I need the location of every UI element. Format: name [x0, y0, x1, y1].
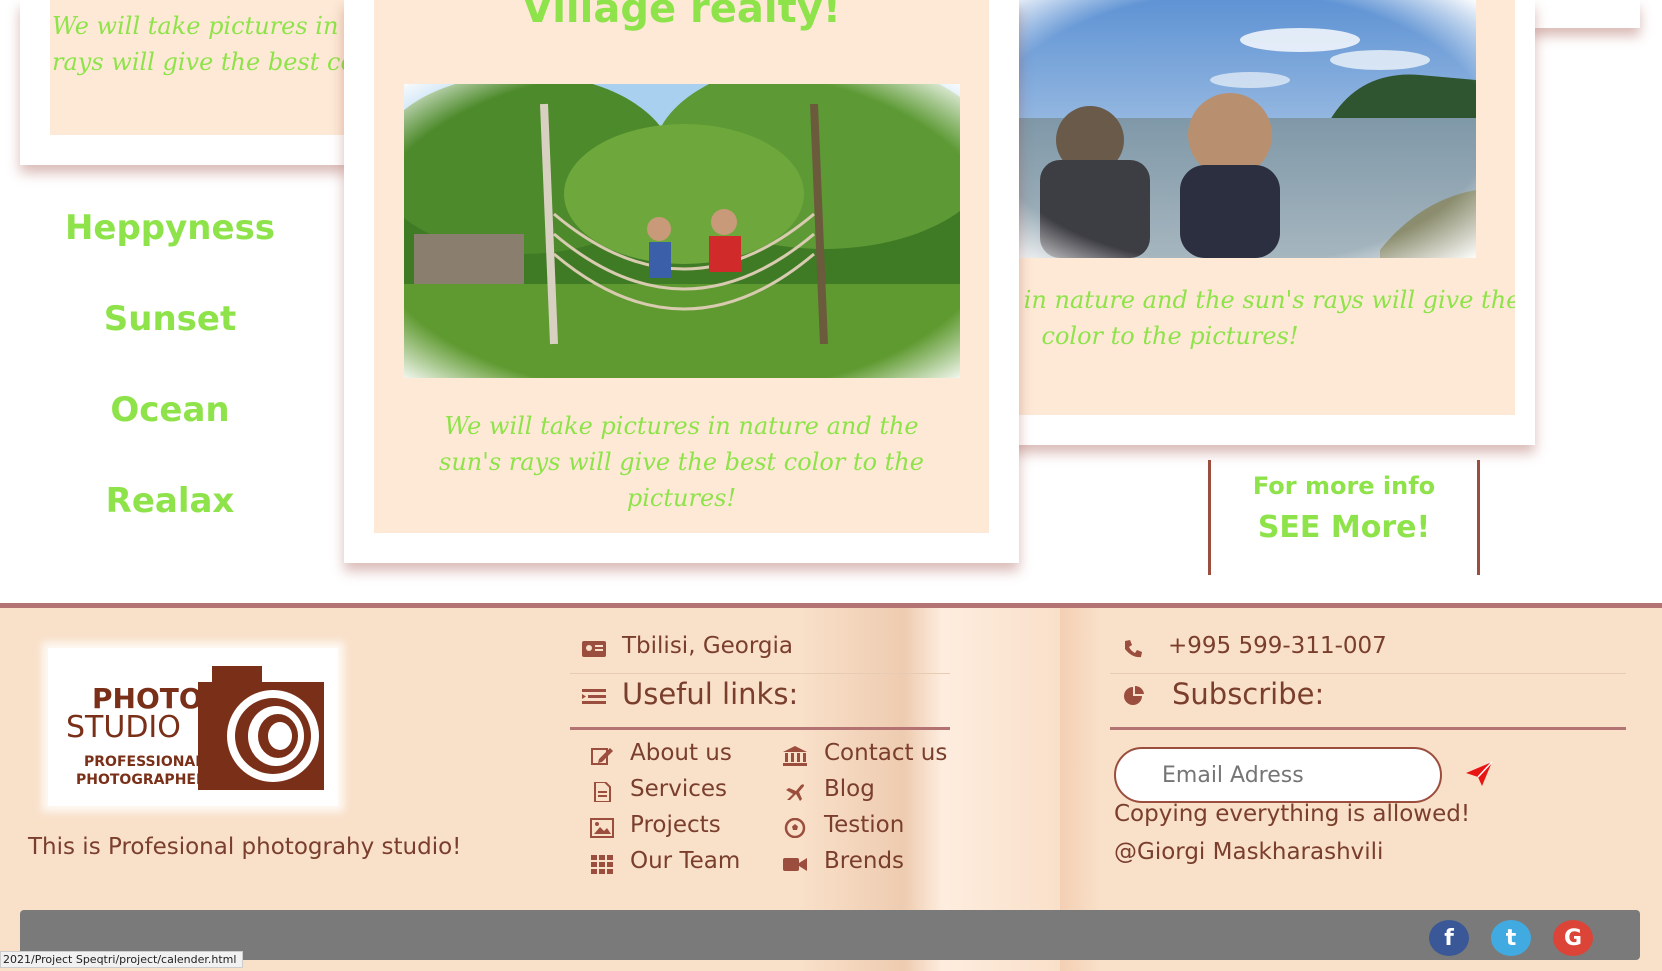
video-camera-icon [783, 858, 807, 871]
facebook-icon[interactable]: f [1429, 920, 1469, 956]
twitter-letter: t [1505, 925, 1517, 951]
bank-icon [783, 746, 807, 766]
right-sliver-card [1530, 0, 1640, 28]
left-card-text: We will take pictures in nature and the … [52, 12, 350, 76]
center-card-text: We will take pictures in nature and the … [439, 412, 924, 512]
footer-link-testion[interactable]: Testion [824, 812, 904, 838]
more-info-label: For more info [1252, 472, 1436, 500]
plane-icon [786, 784, 804, 801]
sidebar-item-heppyness[interactable]: Heppyness [0, 208, 340, 248]
logo-line-professional: PROFESSIONAL [84, 754, 205, 770]
twitter-icon[interactable]: t [1491, 920, 1531, 956]
id-card-icon [582, 641, 606, 657]
copy-notice: Copying everything is allowed! [1114, 801, 1471, 827]
center-card-title: Village realty! [521, 0, 842, 32]
center-card: Village realty! We will take pictures in… [344, 0, 1019, 563]
soccer-ball-icon [784, 818, 806, 838]
google-letter: G [1563, 925, 1583, 951]
sidebar-item-sunset[interactable]: Sunset [0, 299, 340, 339]
footer-phone: +995 599-311-007 [1168, 633, 1387, 659]
footer-link-our-team[interactable]: Our Team [630, 848, 740, 874]
footer-link-services[interactable]: Services [630, 776, 727, 802]
facebook-letter: f [1444, 925, 1454, 951]
footer-address: Tbilisi, Georgia [622, 633, 793, 659]
footer-link-brends[interactable]: Brends [824, 848, 904, 874]
grid-icon [591, 855, 613, 874]
social-bar: f t G [20, 910, 1640, 960]
footer-link-projects[interactable]: Projects [630, 812, 721, 838]
subscribe-title: Subscribe: [1172, 677, 1325, 711]
logo-line-studio: STUDIO [66, 710, 181, 745]
right-card: We will take pictures in nature and the … [1000, 0, 1535, 445]
studio-logo[interactable]: PHOTO STUDIO PROFESSIONAL PHOTOGRAPHER [48, 648, 338, 806]
right-card-text: We will take pictures in nature and the … [1000, 286, 1515, 350]
document-icon [594, 782, 611, 802]
footer-tagline: This is Profesional photograhy studio! [28, 834, 462, 860]
camera-icon [198, 666, 324, 790]
footer-link-blog[interactable]: Blog [824, 776, 875, 802]
useful-links-title: Useful links: [622, 677, 799, 711]
edit-icon [591, 748, 613, 765]
footer: PHOTO STUDIO PROFESSIONAL PHOTOGRAPHER T… [0, 603, 1662, 971]
image-icon [590, 818, 614, 838]
author-credit: @Giorgi Maskharashvili [1114, 839, 1384, 865]
phone-icon [1125, 640, 1142, 658]
send-icon[interactable] [1464, 760, 1494, 788]
see-more-link[interactable]: SEE More! [1211, 510, 1477, 545]
hammock-photo [404, 84, 960, 378]
left-card: We will take pictures in nature and the … [20, 0, 350, 165]
sidebar-item-ocean[interactable]: Ocean [0, 390, 340, 430]
logo-line-photographer: PHOTOGRAPHER [76, 772, 207, 788]
see-more-box: For more info SEE More! [1208, 460, 1480, 575]
list-icon [582, 689, 606, 704]
pie-chart-icon [1124, 686, 1144, 705]
email-input[interactable] [1114, 747, 1442, 803]
footer-link-contact-us[interactable]: Contact us [824, 740, 947, 766]
lake-photo [1000, 0, 1476, 258]
sidebar-item-realax[interactable]: Realax [0, 481, 340, 521]
footer-link-about-us[interactable]: About us [630, 740, 732, 766]
status-bar-url: 2021/Project Speqtri/project/calender.ht… [0, 951, 244, 968]
google-icon[interactable]: G [1553, 920, 1593, 956]
